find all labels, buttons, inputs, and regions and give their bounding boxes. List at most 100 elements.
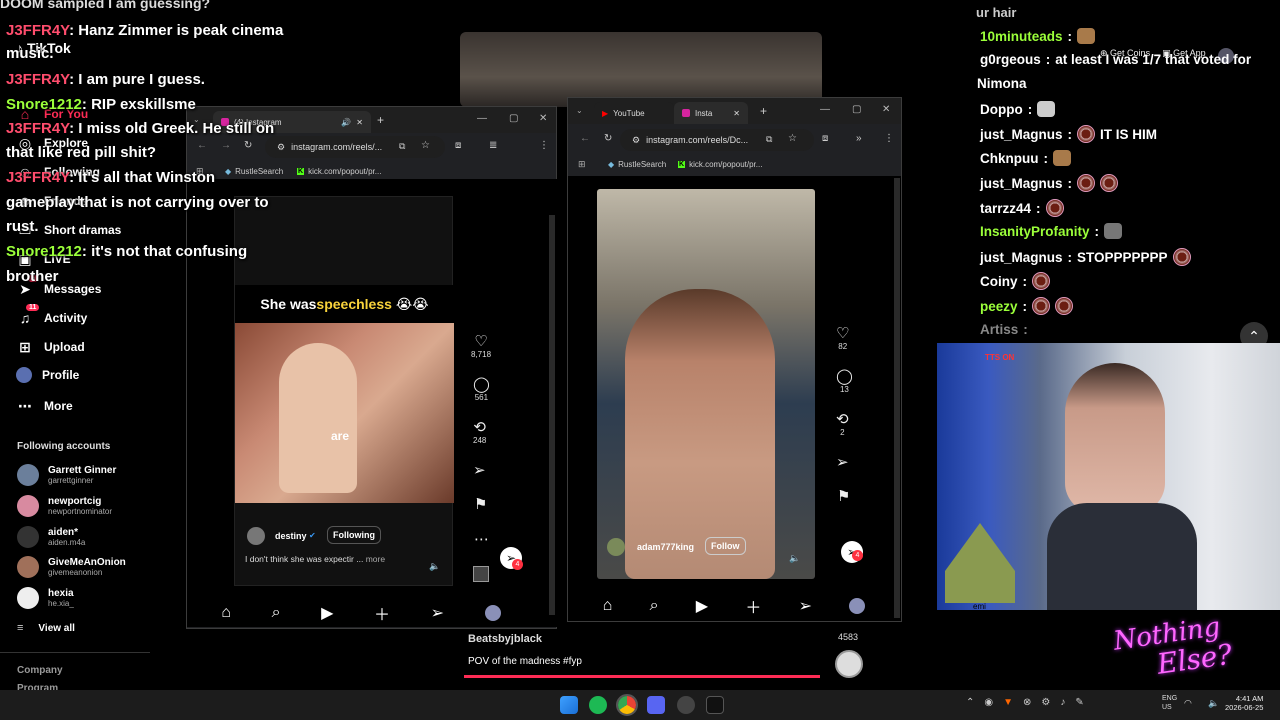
repost-action[interactable]: ⟲ 2 — [836, 412, 849, 438]
extensions-icon[interactable]: ⧈ — [455, 140, 461, 151]
settings-icon[interactable]: ⚙ — [1041, 697, 1050, 708]
home-icon[interactable]: ⌂ — [603, 597, 613, 615]
bookmark-star-icon[interactable]: ☆ — [421, 140, 430, 151]
bookmark-star-icon[interactable]: ☆ — [788, 133, 797, 144]
tiktok-video-author[interactable]: Beatsbyjblack — [468, 633, 542, 645]
back-icon[interactable]: ← — [197, 140, 207, 151]
tab-list-icon[interactable]: ⌄ — [576, 106, 583, 115]
close-tab-icon[interactable]: ✕ — [733, 109, 740, 118]
spotify-icon[interactable] — [589, 696, 607, 714]
share-action[interactable]: ➢ — [473, 463, 486, 479]
media-icon[interactable]: ≣ — [489, 140, 497, 151]
menu-icon[interactable]: ⋮ — [539, 140, 549, 151]
bookmark-kick[interactable]: Kkick.com/popout/pr... — [297, 167, 381, 176]
discord-icon[interactable] — [647, 696, 665, 714]
nav-profile[interactable]: Profile — [16, 367, 79, 383]
save-action[interactable]: ⚑ — [474, 497, 487, 513]
reload-icon[interactable]: ↻ — [244, 140, 252, 151]
nav-activity[interactable]: ♫ Activity 11 — [16, 304, 87, 327]
like-action[interactable]: ♡ 8,718 — [471, 334, 491, 360]
create-icon[interactable]: ＋ — [374, 601, 390, 625]
reel-username[interactable]: destiny — [275, 531, 307, 541]
more-action[interactable]: ⋯ — [474, 532, 489, 548]
reel-video[interactable]: adam777king Follow 🔈 — [597, 189, 815, 579]
bookmark-kick[interactable]: Kkick.com/popout/pr... — [678, 160, 762, 169]
search-icon[interactable]: ⌕ — [272, 604, 281, 622]
volume-icon[interactable]: 🔈 — [1208, 698, 1219, 709]
cast-icon[interactable]: ⧉ — [399, 141, 405, 152]
reload-icon[interactable]: ↻ — [604, 133, 612, 144]
follow-button[interactable]: Follow — [705, 537, 746, 555]
search-icon[interactable]: ⌕ — [650, 597, 659, 615]
bookmark-rustlesearch[interactable]: ◆ RustleSearch — [225, 167, 283, 176]
new-tab-icon[interactable]: + — [377, 113, 384, 127]
extensions-icon[interactable]: ⧈ — [822, 133, 828, 144]
tab-youtube[interactable]: ▶ YouTube — [594, 102, 674, 124]
send-icon[interactable]: ➢ — [799, 596, 812, 616]
apps-grid-icon[interactable]: ⊞ — [578, 159, 586, 170]
maximize-icon[interactable]: ▢ — [852, 104, 861, 115]
chrome-icon[interactable] — [616, 694, 638, 716]
nav-more[interactable]: ⋯ More — [16, 397, 73, 415]
scrollbar[interactable] — [549, 215, 555, 615]
like-action[interactable]: ♡ 82 — [836, 326, 849, 352]
comment-action[interactable]: ◯ 561 — [473, 377, 490, 403]
nav-upload[interactable]: ⊞ Upload — [16, 338, 85, 356]
clock[interactable]: 4:41 AM 2026-06-25 — [1225, 694, 1263, 712]
avatar[interactable] — [607, 538, 625, 556]
language-indicator[interactable]: ENG US — [1162, 694, 1177, 712]
following-button[interactable]: Following — [327, 526, 381, 544]
share-action[interactable]: ➢ — [836, 455, 849, 471]
send-icon[interactable]: ➢ — [431, 603, 444, 623]
account-item[interactable]: aiden* aiden.m4a — [17, 526, 85, 548]
profile-avatar-icon[interactable] — [849, 598, 866, 614]
new-tab-icon[interactable]: + — [760, 104, 767, 118]
volume-icon[interactable]: 🔈 — [429, 561, 440, 572]
back-icon[interactable]: ← — [580, 133, 590, 144]
reel-username[interactable]: adam777king — [637, 542, 694, 552]
video-progress-bar[interactable] — [464, 675, 820, 678]
overflow-icon[interactable]: » — [856, 133, 862, 144]
account-item[interactable]: hexia he.xia_ — [17, 587, 74, 609]
repost-action[interactable]: ⟲ 248 — [473, 420, 486, 446]
home-icon[interactable]: ⌂ — [221, 604, 231, 622]
forward-icon[interactable]: → — [221, 140, 231, 151]
reels-icon[interactable]: ▶ — [696, 596, 708, 616]
pen-icon[interactable]: ✎ — [1075, 697, 1083, 708]
view-all-link[interactable]: ≡ View all — [17, 622, 75, 634]
footer-company[interactable]: Company — [17, 665, 63, 676]
profile-avatar-icon[interactable] — [484, 605, 501, 621]
account-item[interactable]: GiveMeAnOnion givemeanonion — [17, 556, 126, 578]
footer-program[interactable]: Program — [17, 683, 58, 690]
close-tab-icon[interactable]: ✕ — [356, 118, 363, 127]
minimize-icon[interactable]: — — [820, 104, 830, 115]
close-window-icon[interactable]: ✕ — [539, 113, 547, 124]
tab-instagram[interactable]: Insta ✕ — [674, 102, 748, 124]
wifi-icon[interactable]: ◠ — [1184, 698, 1192, 709]
minimize-icon[interactable]: — — [477, 113, 487, 124]
steam-icon[interactable]: ◉ — [984, 697, 993, 708]
network-icon[interactable]: ⊗ — [1023, 697, 1031, 708]
address-bar[interactable]: ⚙ instagram.com/reels/... — [265, 136, 445, 158]
scrollbar[interactable] — [894, 178, 900, 618]
reels-icon[interactable]: ▶ — [321, 603, 333, 623]
mic-icon[interactable]: ♪ — [1060, 697, 1065, 708]
close-window-icon[interactable]: ✕ — [882, 104, 890, 115]
chevron-up-icon[interactable]: ⌃ — [966, 697, 974, 708]
menu-icon[interactable]: ⋮ — [884, 133, 894, 144]
brave-icon[interactable]: ▼ — [1003, 697, 1013, 708]
save-action[interactable]: ⚑ — [837, 489, 850, 505]
comment-action[interactable]: ◯ 13 — [836, 369, 853, 395]
volume-icon[interactable]: 🔈 — [789, 553, 800, 564]
reel-description[interactable]: I don't think she was expectir ... more — [245, 554, 385, 564]
music-disc-icon[interactable] — [835, 650, 863, 678]
cast-icon[interactable]: ⧉ — [766, 134, 772, 145]
reel-video[interactable]: are — [235, 323, 454, 503]
account-item[interactable]: newportcig newportnominator — [17, 495, 112, 517]
audio-thumbnail[interactable] — [473, 566, 489, 582]
maximize-icon[interactable]: ▢ — [509, 113, 518, 124]
tiktok-app-icon[interactable] — [706, 696, 724, 714]
start-icon[interactable] — [560, 696, 578, 714]
obs-icon[interactable] — [677, 696, 695, 714]
account-item[interactable]: Garrett Ginner garrettginner — [17, 464, 116, 486]
